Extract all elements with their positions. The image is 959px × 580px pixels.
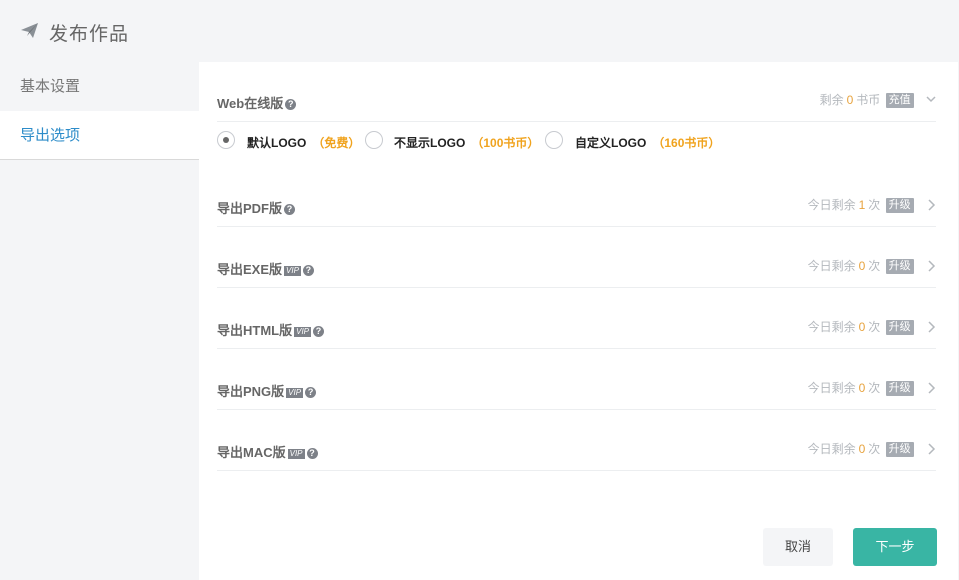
quota-value: 0 (858, 442, 866, 456)
option-label: 默认LOGO (247, 136, 307, 150)
upgrade-button[interactable]: 升级 (885, 442, 914, 457)
vip-badge: VIP (286, 388, 304, 398)
web-online-label: Web在线版? (217, 93, 297, 112)
export-label: 导出MAC版 VIP? (217, 442, 318, 461)
export-label-text: 导出MAC版 (217, 445, 286, 460)
export-row-pdf[interactable]: 导出PDF版? 今日剩余 1 次 升级 (217, 186, 936, 227)
web-online-row: Web在线版? 剩余 0 书币 充值 (217, 81, 936, 122)
quota-unit: 次 (868, 381, 881, 395)
recharge-button[interactable]: 充值 (885, 93, 914, 108)
export-label: 导出EXE版 VIP? (217, 259, 314, 278)
upgrade-button[interactable]: 升级 (885, 198, 914, 213)
export-label: 导出PNG版 VIP? (217, 381, 317, 400)
quota-unit: 次 (868, 259, 881, 273)
export-label: 导出HTML版 VIP? (217, 320, 325, 339)
vip-badge: VIP (284, 266, 301, 276)
upgrade-button[interactable]: 升级 (885, 381, 914, 396)
help-icon[interactable]: ? (306, 448, 318, 459)
export-label: 导出PDF版? (217, 198, 296, 217)
option-label: 不显示LOGO (394, 136, 466, 150)
chevron-right-icon[interactable] (926, 442, 936, 456)
upgrade-button[interactable]: 升级 (885, 320, 914, 335)
balance-value: 0 (846, 93, 854, 107)
sidebar-item-basic-settings[interactable]: 基本设置 (0, 62, 199, 111)
publish-dialog: 发布作品 基本设置 导出选项 Web在线版? 剩余 0 书币 充值 默认LOGO （免… (0, 0, 959, 580)
export-row-png[interactable]: 导出PNG版 VIP? 今日剩余 0 次 升级 (217, 369, 936, 410)
chevron-right-icon[interactable] (926, 259, 936, 273)
export-quota: 今日剩余 0 次 升级 (808, 379, 936, 396)
export-row-exe[interactable]: 导出EXE版 VIP? 今日剩余 0 次 升级 (217, 247, 936, 288)
paper-plane-icon (21, 23, 38, 38)
help-icon[interactable]: ? (285, 99, 297, 110)
cancel-button[interactable]: 取消 (763, 528, 833, 566)
export-label-text: 导出HTML版 (217, 323, 293, 338)
dialog-header: 发布作品 (0, 0, 959, 62)
quota-unit: 次 (868, 198, 881, 212)
export-quota: 今日剩余 0 次 升级 (808, 257, 936, 274)
option-price: （100书币） (471, 136, 540, 150)
sidebar: 基本设置 导出选项 (0, 62, 199, 580)
quota-unit: 次 (868, 442, 881, 456)
chevron-right-icon[interactable] (926, 198, 936, 212)
chevron-right-icon[interactable] (926, 320, 936, 334)
upgrade-button[interactable]: 升级 (885, 259, 914, 274)
vip-badge: VIP (294, 327, 312, 337)
quota-prefix: 今日剩余 (807, 442, 856, 456)
balance-unit: 书币 (856, 93, 881, 107)
quota-unit: 次 (868, 320, 881, 334)
export-row-mac[interactable]: 导出MAC版 VIP? 今日剩余 0 次 升级 (217, 430, 936, 471)
sidebar-item-export-options[interactable]: 导出选项 (0, 111, 199, 160)
main-panel: Web在线版? 剩余 0 书币 充值 默认LOGO （免费） 不显示LOGO （100书… (199, 62, 958, 580)
export-quota: 今日剩余 0 次 升级 (808, 318, 936, 335)
help-icon[interactable]: ? (302, 265, 314, 276)
next-step-button[interactable]: 下一步 (853, 528, 937, 566)
quota-value: 0 (858, 320, 866, 334)
help-icon[interactable]: ? (305, 387, 317, 398)
export-label-text: 导出PNG版 (217, 384, 285, 399)
option-price: （免费） (312, 136, 361, 150)
help-icon[interactable]: ? (284, 204, 296, 215)
web-online-label-text: Web在线版 (217, 96, 284, 111)
option-label: 自定义LOGO (575, 136, 647, 150)
vip-badge: VIP (287, 449, 305, 459)
export-label-text: 导出EXE版 (217, 262, 283, 277)
quota-prefix: 今日剩余 (807, 381, 856, 395)
export-quota: 今日剩余 1 次 升级 (808, 196, 936, 213)
radio-circle-selected[interactable] (217, 131, 235, 149)
export-row-html[interactable]: 导出HTML版 VIP? 今日剩余 0 次 升级 (217, 308, 936, 349)
export-label-text: 导出PDF版 (217, 201, 283, 216)
quota-prefix: 今日剩余 (807, 198, 856, 212)
export-quota: 今日剩余 0 次 升级 (808, 440, 936, 457)
quota-value: 0 (858, 259, 866, 273)
radio-circle[interactable] (545, 131, 563, 149)
option-price: （160书币） (652, 136, 721, 150)
radio-circle[interactable] (365, 131, 383, 149)
chevron-down-icon[interactable] (926, 93, 936, 107)
dialog-title: 发布作品 (49, 24, 130, 45)
help-icon[interactable]: ? (313, 326, 325, 337)
balance-prefix: 剩余 (819, 93, 844, 107)
quota-prefix: 今日剩余 (807, 320, 856, 334)
quota-value: 0 (858, 381, 866, 395)
web-balance: 剩余 0 书币 充值 (820, 91, 936, 108)
quota-value: 1 (858, 198, 866, 212)
chevron-right-icon[interactable] (926, 381, 936, 395)
quota-prefix: 今日剩余 (807, 259, 856, 273)
